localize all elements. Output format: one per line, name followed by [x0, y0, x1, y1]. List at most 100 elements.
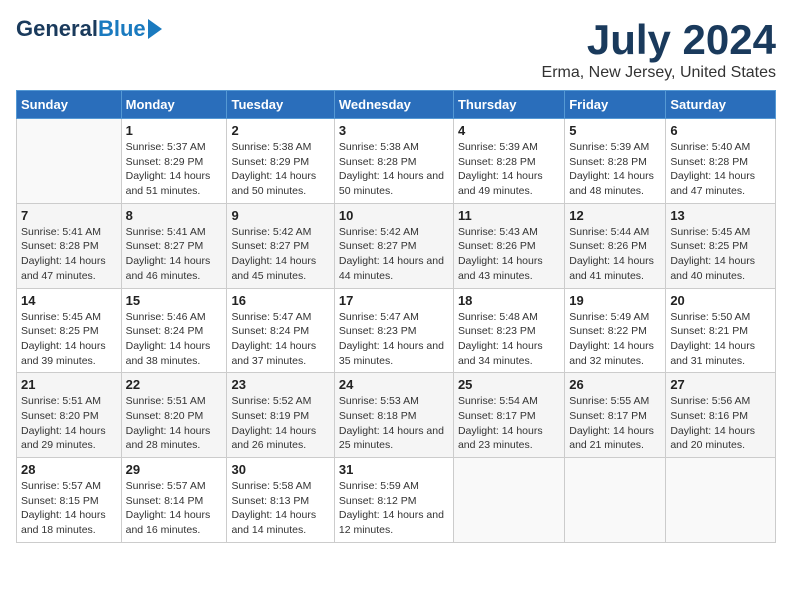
- logo-arrow-icon: [148, 19, 162, 39]
- calendar-cell: 15 Sunrise: 5:46 AMSunset: 8:24 PMDayligh…: [121, 288, 227, 373]
- day-number: 29: [126, 462, 223, 477]
- day-info: Sunrise: 5:50 AMSunset: 8:21 PMDaylight:…: [670, 310, 771, 369]
- header: General Blue July 2024 Erma, New Jersey,…: [16, 16, 776, 82]
- day-info: Sunrise: 5:57 AMSunset: 8:14 PMDaylight:…: [126, 479, 223, 538]
- day-info: Sunrise: 5:47 AMSunset: 8:23 PMDaylight:…: [339, 310, 449, 369]
- calendar-row: 21 Sunrise: 5:51 AMSunset: 8:20 PMDayligh…: [17, 373, 776, 458]
- day-number: 10: [339, 208, 449, 223]
- day-info: Sunrise: 5:40 AMSunset: 8:28 PMDaylight:…: [670, 140, 771, 199]
- calendar-cell: 25 Sunrise: 5:54 AMSunset: 8:17 PMDayligh…: [453, 373, 564, 458]
- day-number: 26: [569, 377, 661, 392]
- day-number: 20: [670, 293, 771, 308]
- day-number: 1: [126, 123, 223, 138]
- calendar-cell: [17, 119, 122, 204]
- day-info: Sunrise: 5:56 AMSunset: 8:16 PMDaylight:…: [670, 394, 771, 453]
- calendar-cell: 14 Sunrise: 5:45 AMSunset: 8:25 PMDayligh…: [17, 288, 122, 373]
- calendar-cell: [666, 458, 776, 543]
- day-info: Sunrise: 5:59 AMSunset: 8:12 PMDaylight:…: [339, 479, 449, 538]
- day-number: 18: [458, 293, 560, 308]
- day-info: Sunrise: 5:48 AMSunset: 8:23 PMDaylight:…: [458, 310, 560, 369]
- header-row: SundayMondayTuesdayWednesdayThursdayFrid…: [17, 91, 776, 119]
- day-info: Sunrise: 5:41 AMSunset: 8:27 PMDaylight:…: [126, 225, 223, 284]
- calendar-cell: 12Sunrise: 5:44 AMSunset: 8:26 PMDayligh…: [565, 203, 666, 288]
- day-number: 12: [569, 208, 661, 223]
- calendar-row: 1 Sunrise: 5:37 AMSunset: 8:29 PMDaylight…: [17, 119, 776, 204]
- calendar-cell: 13 Sunrise: 5:45 AMSunset: 8:25 PMDayligh…: [666, 203, 776, 288]
- day-info: Sunrise: 5:42 AMSunset: 8:27 PMDaylight:…: [231, 225, 329, 284]
- col-header-tuesday: Tuesday: [227, 91, 334, 119]
- day-info: Sunrise: 5:39 AMSunset: 8:28 PMDaylight:…: [458, 140, 560, 199]
- day-info: Sunrise: 5:47 AMSunset: 8:24 PMDaylight:…: [231, 310, 329, 369]
- calendar-cell: 8 Sunrise: 5:41 AMSunset: 8:27 PMDaylight…: [121, 203, 227, 288]
- calendar-cell: 17 Sunrise: 5:47 AMSunset: 8:23 PMDayligh…: [334, 288, 453, 373]
- calendar-cell: 26Sunrise: 5:55 AMSunset: 8:17 PMDayligh…: [565, 373, 666, 458]
- calendar-cell: [453, 458, 564, 543]
- day-number: 2: [231, 123, 329, 138]
- day-info: Sunrise: 5:51 AMSunset: 8:20 PMDaylight:…: [126, 394, 223, 453]
- calendar-row: 14 Sunrise: 5:45 AMSunset: 8:25 PMDayligh…: [17, 288, 776, 373]
- day-number: 30: [231, 462, 329, 477]
- calendar-cell: 23Sunrise: 5:52 AMSunset: 8:19 PMDayligh…: [227, 373, 334, 458]
- calendar-cell: 3 Sunrise: 5:38 AMSunset: 8:28 PMDaylight…: [334, 119, 453, 204]
- col-header-saturday: Saturday: [666, 91, 776, 119]
- calendar-cell: 20 Sunrise: 5:50 AMSunset: 8:21 PMDayligh…: [666, 288, 776, 373]
- calendar-row: 7 Sunrise: 5:41 AMSunset: 8:28 PMDaylight…: [17, 203, 776, 288]
- day-number: 11: [458, 208, 560, 223]
- day-number: 16: [231, 293, 329, 308]
- day-number: 5: [569, 123, 661, 138]
- day-number: 8: [126, 208, 223, 223]
- calendar-cell: 29 Sunrise: 5:57 AMSunset: 8:14 PMDayligh…: [121, 458, 227, 543]
- day-info: Sunrise: 5:37 AMSunset: 8:29 PMDaylight:…: [126, 140, 223, 199]
- calendar-cell: 21Sunrise: 5:51 AMSunset: 8:20 PMDayligh…: [17, 373, 122, 458]
- day-number: 17: [339, 293, 449, 308]
- day-number: 19: [569, 293, 661, 308]
- day-info: Sunrise: 5:46 AMSunset: 8:24 PMDaylight:…: [126, 310, 223, 369]
- day-info: Sunrise: 5:43 AMSunset: 8:26 PMDaylight:…: [458, 225, 560, 284]
- day-number: 27: [670, 377, 771, 392]
- day-info: Sunrise: 5:54 AMSunset: 8:17 PMDaylight:…: [458, 394, 560, 453]
- calendar-cell: 24Sunrise: 5:53 AMSunset: 8:18 PMDayligh…: [334, 373, 453, 458]
- calendar-cell: 27 Sunrise: 5:56 AMSunset: 8:16 PMDayligh…: [666, 373, 776, 458]
- day-number: 14: [21, 293, 117, 308]
- day-info: Sunrise: 5:45 AMSunset: 8:25 PMDaylight:…: [670, 225, 771, 284]
- day-number: 23: [231, 377, 329, 392]
- day-number: 31: [339, 462, 449, 477]
- logo-general: General: [16, 16, 98, 42]
- day-number: 24: [339, 377, 449, 392]
- logo: General Blue: [16, 16, 162, 42]
- calendar-cell: [565, 458, 666, 543]
- col-header-wednesday: Wednesday: [334, 91, 453, 119]
- logo-blue: Blue: [98, 16, 146, 42]
- calendar-cell: 19 Sunrise: 5:49 AMSunset: 8:22 PMDayligh…: [565, 288, 666, 373]
- col-header-sunday: Sunday: [17, 91, 122, 119]
- day-number: 7: [21, 208, 117, 223]
- day-info: Sunrise: 5:41 AMSunset: 8:28 PMDaylight:…: [21, 225, 117, 284]
- day-number: 13: [670, 208, 771, 223]
- col-header-friday: Friday: [565, 91, 666, 119]
- day-number: 9: [231, 208, 329, 223]
- day-number: 3: [339, 123, 449, 138]
- calendar-cell: 31 Sunrise: 5:59 AMSunset: 8:12 PMDayligh…: [334, 458, 453, 543]
- calendar-cell: 5 Sunrise: 5:39 AMSunset: 8:28 PMDaylight…: [565, 119, 666, 204]
- calendar-row: 28 Sunrise: 5:57 AMSunset: 8:15 PMDayligh…: [17, 458, 776, 543]
- day-info: Sunrise: 5:39 AMSunset: 8:28 PMDaylight:…: [569, 140, 661, 199]
- subtitle: Erma, New Jersey, United States: [542, 64, 776, 82]
- day-number: 25: [458, 377, 560, 392]
- calendar-cell: 18 Sunrise: 5:48 AMSunset: 8:23 PMDayligh…: [453, 288, 564, 373]
- day-info: Sunrise: 5:38 AMSunset: 8:29 PMDaylight:…: [231, 140, 329, 199]
- day-number: 21: [21, 377, 117, 392]
- title-area: July 2024 Erma, New Jersey, United State…: [542, 16, 776, 82]
- calendar-cell: 1 Sunrise: 5:37 AMSunset: 8:29 PMDaylight…: [121, 119, 227, 204]
- day-number: 15: [126, 293, 223, 308]
- calendar-cell: 16 Sunrise: 5:47 AMSunset: 8:24 PMDayligh…: [227, 288, 334, 373]
- day-info: Sunrise: 5:45 AMSunset: 8:25 PMDaylight:…: [21, 310, 117, 369]
- day-number: 4: [458, 123, 560, 138]
- day-number: 28: [21, 462, 117, 477]
- calendar-cell: 9 Sunrise: 5:42 AMSunset: 8:27 PMDaylight…: [227, 203, 334, 288]
- day-number: 6: [670, 123, 771, 138]
- calendar-cell: 10Sunrise: 5:42 AMSunset: 8:27 PMDayligh…: [334, 203, 453, 288]
- day-info: Sunrise: 5:49 AMSunset: 8:22 PMDaylight:…: [569, 310, 661, 369]
- calendar-cell: 28 Sunrise: 5:57 AMSunset: 8:15 PMDayligh…: [17, 458, 122, 543]
- day-info: Sunrise: 5:57 AMSunset: 8:15 PMDaylight:…: [21, 479, 117, 538]
- day-info: Sunrise: 5:38 AMSunset: 8:28 PMDaylight:…: [339, 140, 449, 199]
